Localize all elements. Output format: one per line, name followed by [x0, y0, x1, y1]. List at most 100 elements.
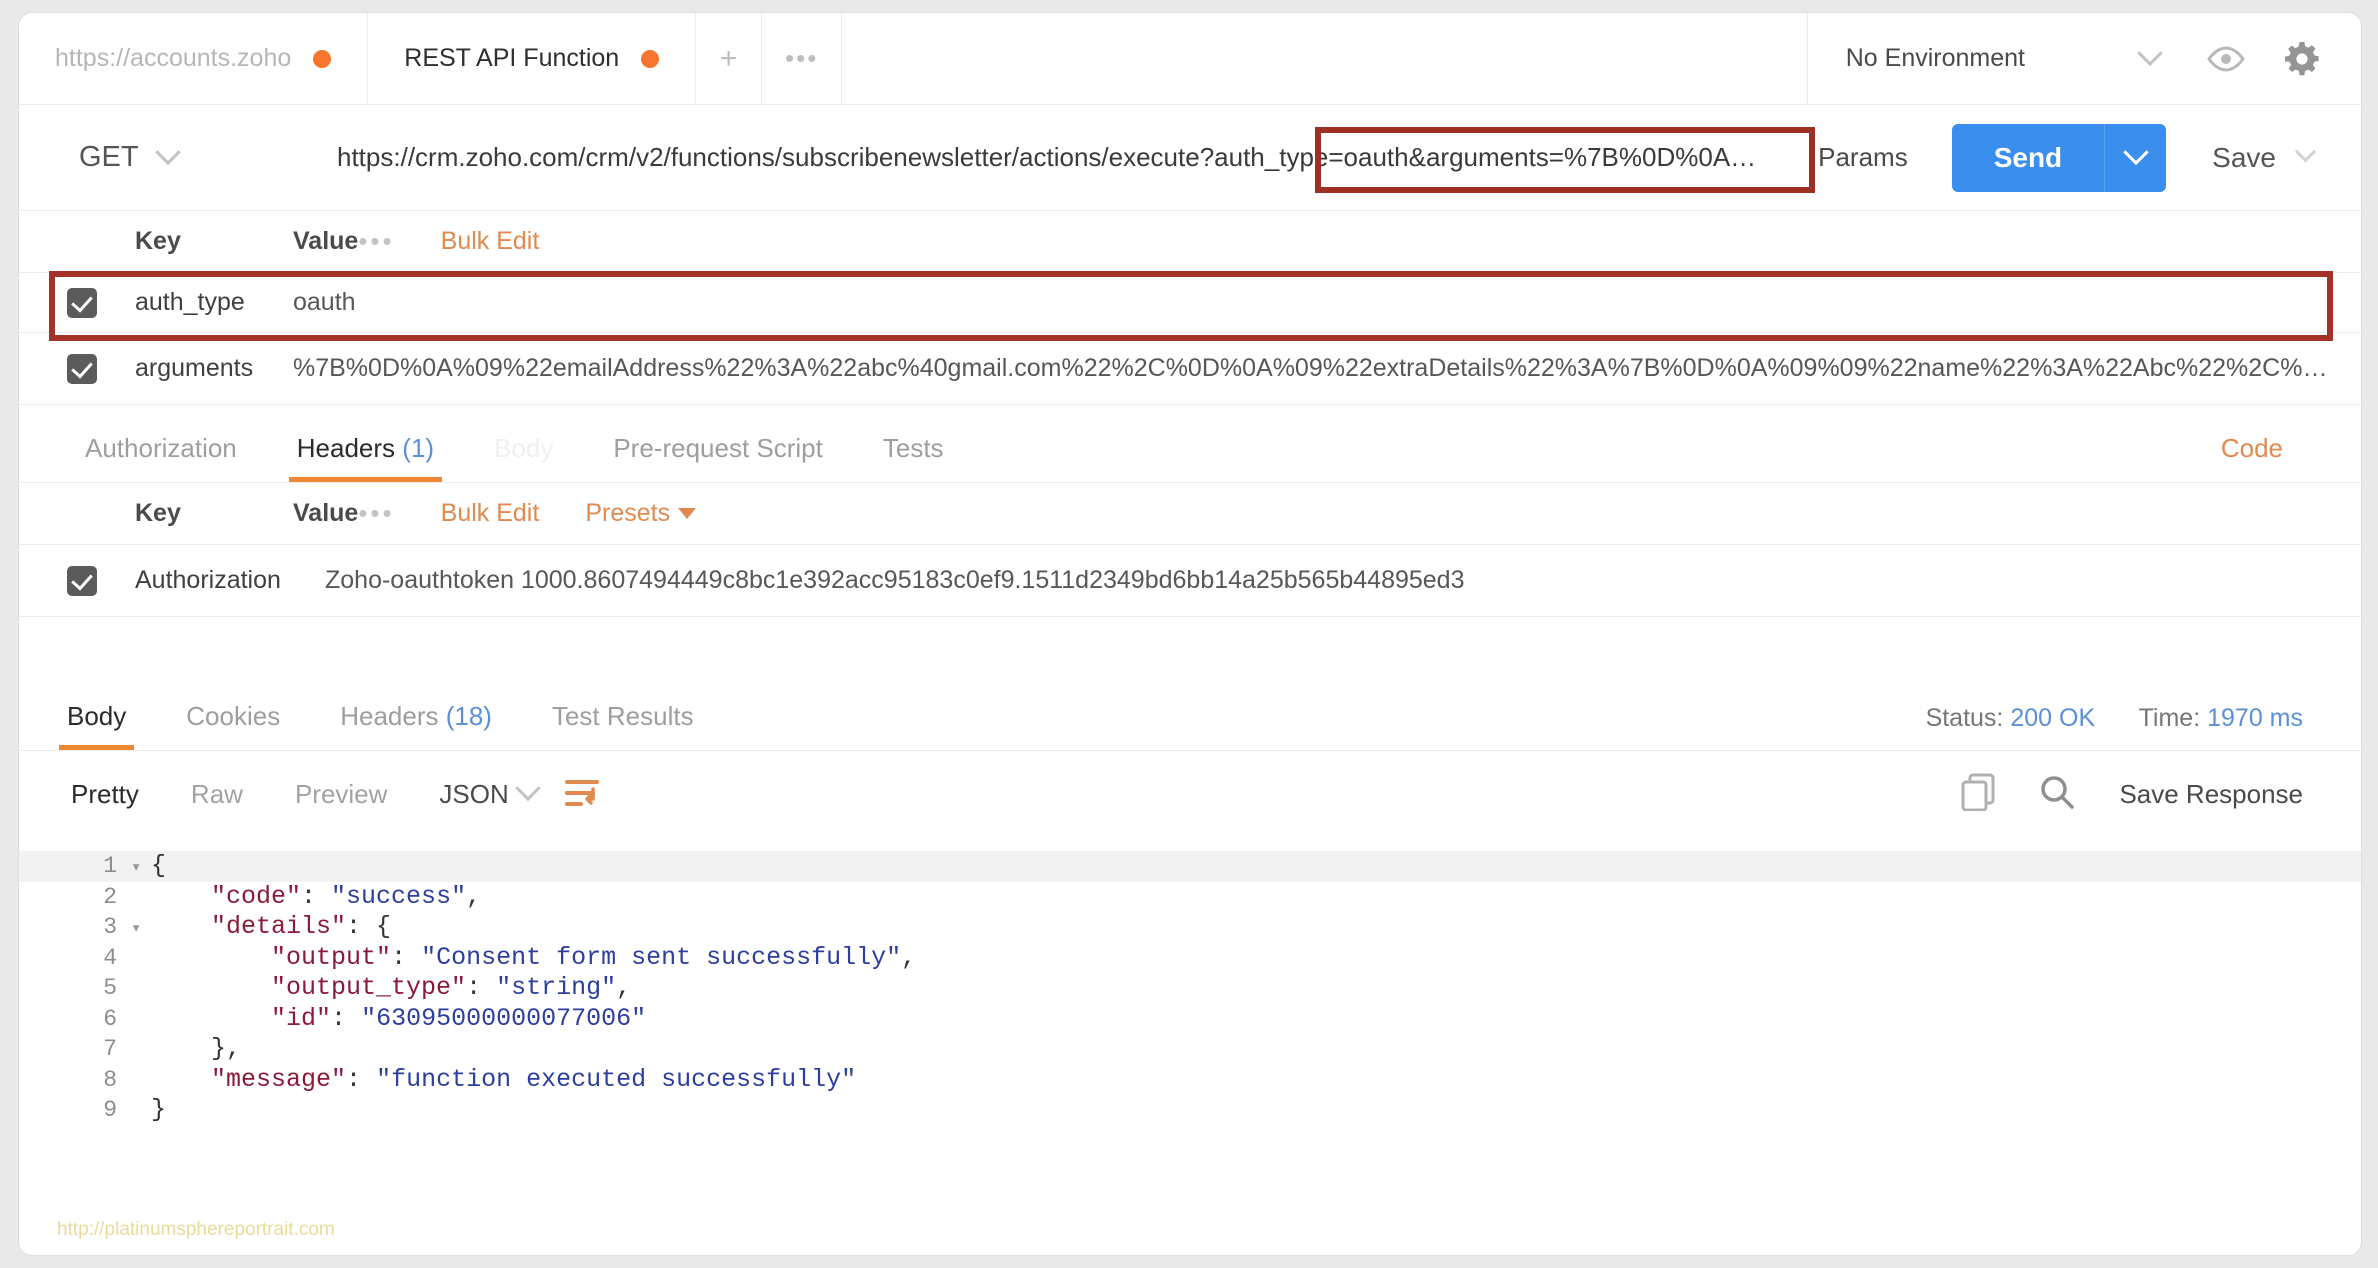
param-enabled-checkbox[interactable]	[67, 353, 125, 384]
header-value[interactable]: Zoho-oauthtoken 1000.8607494449c8bc1e392…	[325, 566, 2361, 595]
send-options-chevron-down-icon[interactable]	[2104, 123, 2167, 192]
response-body-viewer[interactable]: 1 ▾{2 "code": "success", 3 ▾ "details": {4 …	[19, 837, 2361, 1126]
send-button[interactable]: Send	[1951, 123, 2105, 192]
tab-count: (18)	[445, 701, 492, 731]
param-key[interactable]: arguments	[125, 354, 293, 383]
watermark-text: http://platinumsphereportrait.com	[57, 1219, 335, 1240]
url-bar: GET https://crm.zoho.com/crm/v2/function…	[19, 105, 2361, 211]
params-ellipsis-icon[interactable]: •••	[358, 226, 394, 257]
headers-table-header: Key Value ••• Bulk Edit Presets	[19, 483, 2361, 545]
tab-label: Test Results	[551, 701, 694, 731]
gear-icon[interactable]	[2269, 29, 2335, 89]
tab-label: Tests	[882, 433, 944, 463]
request-tab-rest-api-function[interactable]: REST API Function	[368, 13, 697, 104]
headers-header-key: Key	[135, 499, 181, 527]
url-input[interactable]: https://crm.zoho.com/crm/v2/functions/su…	[227, 142, 1774, 173]
code-text: }	[151, 1095, 167, 1124]
request-tab-strip: https://accounts.zoho REST API Function …	[19, 13, 2361, 105]
format-tab-pretty[interactable]: Pretty	[45, 779, 165, 810]
code-link-button[interactable]: Code	[2221, 433, 2283, 464]
environment-selector[interactable]: No Environment	[1846, 44, 2025, 73]
word-wrap-icon[interactable]	[563, 777, 603, 811]
param-value[interactable]: oauth	[293, 288, 2361, 317]
language-selector[interactable]: JSON	[413, 779, 518, 810]
status-label: Status:	[1925, 704, 2004, 732]
response-tab-body[interactable]: Body	[37, 701, 156, 750]
save-response-button[interactable]: Save Response	[2119, 779, 2303, 810]
status-badge: 200 OK	[2010, 704, 2096, 732]
tab-count: (1)	[402, 433, 435, 463]
response-meta: Status: 200 OK Time: 1970 ms	[1926, 704, 2303, 733]
params-bulk-edit-button[interactable]: Bulk Edit	[441, 227, 540, 256]
format-tab-raw[interactable]: Raw	[165, 779, 269, 810]
headers-header-value: Value	[293, 499, 359, 527]
tab-label: Pre-request Script	[613, 433, 823, 463]
send-button-group: Send	[1951, 123, 2167, 192]
response-actions: Save Response	[1961, 773, 2303, 816]
tab-headers[interactable]: Headers (1)	[267, 433, 464, 482]
code-line: 1 ▾{	[19, 851, 2361, 882]
code-text: "id": "63095000000077006"	[271, 1003, 647, 1033]
code-line: 9}	[19, 1095, 2361, 1126]
headers-bulk-edit-button[interactable]: Bulk Edit	[441, 499, 540, 528]
table-row[interactable]: arguments %7B%0D%0A%09%22emailAddress%22…	[19, 333, 2361, 405]
headers-presets-button[interactable]: Presets	[585, 499, 697, 528]
tab-tests[interactable]: Tests	[853, 433, 974, 482]
add-tab-button[interactable]: +	[696, 13, 763, 104]
request-tab-label: https://accounts.zoho	[55, 44, 292, 72]
tab-body[interactable]: Body	[464, 433, 583, 482]
code-text: "message": "function executed successful…	[211, 1064, 857, 1094]
code-text: "details": {	[211, 912, 392, 941]
table-row[interactable]: Authorization Zoho-oauthtoken 1000.86074…	[19, 545, 2361, 617]
code-line: 2 "code": "success",	[19, 882, 2361, 913]
headers-ellipsis-icon[interactable]: •••	[358, 498, 394, 529]
tab-strip-spacer	[842, 13, 1807, 104]
fold-toggle-icon[interactable]: ▾	[127, 854, 151, 885]
eye-icon[interactable]	[2193, 29, 2259, 89]
param-value[interactable]: %7B%0D%0A%09%22emailAddress%22%3A%22abc%…	[293, 354, 2361, 383]
request-section-tabs: Authorization Headers (1) Body Pre-reque…	[19, 405, 2361, 483]
header-key[interactable]: Authorization	[125, 566, 325, 595]
params-header-value: Value	[293, 227, 359, 255]
search-icon[interactable]	[2039, 774, 2075, 815]
request-tab-accounts-zoho[interactable]: https://accounts.zoho	[19, 13, 369, 104]
plus-icon: +	[719, 41, 738, 75]
param-key[interactable]: auth_type	[125, 288, 293, 317]
response-tab-cookies[interactable]: Cookies	[156, 701, 310, 750]
environment-chevron-down-icon[interactable]	[2117, 29, 2183, 89]
tab-pre-request-script[interactable]: Pre-request Script	[583, 433, 853, 482]
code-line: 5 "output_type": "string",	[19, 973, 2361, 1004]
response-tab-test-results[interactable]: Test Results	[522, 701, 724, 750]
tab-label: Authorization	[85, 433, 237, 463]
time-label: Time:	[2138, 704, 2201, 732]
save-options-chevron-down-icon[interactable]	[2294, 141, 2327, 165]
postman-window: https://accounts.zoho REST API Function …	[18, 12, 2362, 1256]
http-method-selector[interactable]: GET	[79, 139, 227, 174]
response-tab-headers[interactable]: Headers (18)	[310, 701, 522, 750]
save-request-button[interactable]: Save	[2166, 142, 2298, 174]
headers-table: Key Value ••• Bulk Edit Presets Authoriz…	[19, 483, 2361, 617]
tab-label: Headers	[296, 433, 396, 463]
line-number: 6	[103, 1005, 117, 1032]
tab-authorization[interactable]: Authorization	[55, 433, 267, 482]
chevron-down-icon	[678, 508, 697, 519]
ellipsis-icon: •••	[785, 43, 819, 73]
code-line: 8 "message": "function executed successf…	[19, 1065, 2361, 1096]
params-table-header: Key Value ••• Bulk Edit	[19, 211, 2361, 273]
params-toggle-button[interactable]: Params	[1774, 142, 1952, 173]
time-value: 1970 ms	[2207, 704, 2303, 732]
request-tab-label: REST API Function	[404, 44, 620, 72]
line-number: 8	[103, 1066, 117, 1093]
line-number: 5	[103, 975, 117, 1001]
unsaved-dot-icon	[313, 49, 332, 68]
tab-label: Headers	[340, 701, 439, 731]
fold-toggle-icon[interactable]: ▾	[127, 915, 151, 946]
header-enabled-checkbox[interactable]	[67, 565, 125, 596]
tab-options-button[interactable]: •••	[762, 13, 843, 104]
table-row[interactable]: auth_type oauth	[19, 273, 2361, 333]
copy-icon[interactable]	[1961, 773, 1995, 816]
language-chevron-down-icon[interactable]	[515, 775, 541, 802]
format-tab-preview[interactable]: Preview	[269, 779, 413, 810]
param-enabled-checkbox[interactable]	[67, 287, 125, 318]
response-section-tabs: Body Cookies Headers (18) Test Results S…	[19, 673, 2361, 751]
